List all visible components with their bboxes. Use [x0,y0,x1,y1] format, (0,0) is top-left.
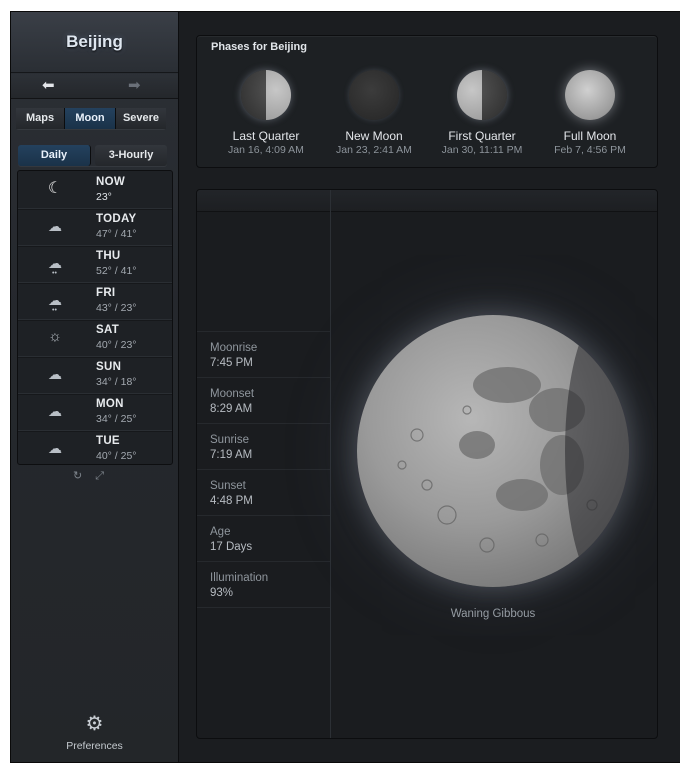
phase-new-moon: New Moon Jan 23, 2:41 AM [319,70,429,156]
info-moonrise: Moonrise 7:45 PM [197,331,330,377]
expand-icon[interactable]: ⤢ [95,470,104,482]
crescent-moon-icon: ☾ [47,180,63,197]
city-title[interactable]: Beijing [11,32,178,52]
forecast-row-sat[interactable]: ☼ SAT 40° / 23° [18,319,172,357]
forecast-day: SUN [96,361,122,373]
arrow-right-icon[interactable]: ➡ [128,77,141,95]
info-label: Sunset [210,480,246,492]
sun-icon: ☼ [48,328,62,345]
info-value: 93% [210,587,234,599]
forecast-temp: 34° / 25° [96,413,137,425]
info-value: 8:29 AM [210,403,253,415]
forecast-row-tue[interactable]: ☁ TUE 40° / 25° [18,430,172,467]
last-quarter-moon-icon [241,70,291,120]
info-illumination: Illumination 93% [197,561,330,608]
view-tabs: Maps Moon Severe [16,108,166,129]
phases-panel: Phases for Beijing Last Quarter Jan 16, … [196,35,658,168]
arrow-left-icon[interactable]: ⬅ [42,77,55,95]
tab-severe[interactable]: Severe [116,108,166,129]
info-label: Moonset [210,388,255,400]
preferences-label: Preferences [66,740,123,752]
info-label: Moonrise [210,342,258,354]
cloud-icon: ☁ [48,440,62,456]
info-value: 7:45 PM [210,357,253,369]
forecast-row-now[interactable]: ☾ NOW 23° [18,171,172,209]
info-label: Sunrise [210,434,249,446]
range-tabs: Daily 3-Hourly [18,145,167,166]
tab-maps[interactable]: Maps [16,108,65,129]
forecast-temp: 52° / 41° [96,265,137,277]
forecast-day: SAT [96,324,120,336]
info-value: 7:19 AM [210,449,253,461]
forecast-temp: 34° / 18° [96,376,137,388]
phase-name: New Moon [345,129,403,143]
full-moon-icon [565,70,615,120]
first-quarter-moon-icon [457,70,507,120]
info-age: Age 17 Days [197,515,330,561]
cloud-rain-icon: ☁ •• [48,292,62,314]
current-phase-label: Waning Gibbous [450,608,536,620]
forecast-list: ☾ NOW 23° ☁ TODAY 47° / 41° ☁ •• THU 52° … [17,170,173,465]
forecast-row-fri[interactable]: ☁ •• FRI 43° / 23° [18,282,172,320]
phase-name: Last Quarter [232,129,300,143]
forecast-day: TODAY [96,213,137,225]
forecast-day: THU [96,250,121,262]
phase-name: Full Moon [563,129,617,143]
waning-gibbous-moon-icon [357,315,629,587]
phase-full-moon: Full Moon Feb 7, 4:56 PM [535,70,645,156]
forecast-tools: ↻ ⤢ [73,469,114,483]
city-header: Beijing [11,12,178,73]
phase-date: Jan 23, 2:41 AM [336,144,412,156]
forecast-day: NOW [96,176,126,188]
info-label: Illumination [210,572,269,584]
tab-daily[interactable]: Daily [18,145,91,166]
info-sunrise: Sunrise 7:19 AM [197,423,330,469]
cloud-rain-icon: ☁ •• [48,255,62,277]
app-window: Beijing ⬅ ➡ Maps Moon Severe Daily 3-Hou… [11,12,680,762]
moon-info-list: Moonrise 7:45 PM Moonset 8:29 AM Sunrise… [197,190,331,738]
forecast-day: MON [96,398,124,410]
phase-last-quarter: Last Quarter Jan 16, 4:09 AM [211,70,321,156]
refresh-icon[interactable]: ↻ [73,470,82,482]
phase-date: Feb 7, 4:56 PM [554,144,626,156]
location-nav: ⬅ ➡ [11,74,178,99]
forecast-row-mon[interactable]: ☁ MON 34° / 25° [18,393,172,431]
phase-name: First Quarter [448,129,516,143]
phase-first-quarter: First Quarter Jan 30, 11:11 PM [427,70,537,156]
forecast-temp: 23° [96,191,112,203]
forecast-temp: 40° / 23° [96,339,137,351]
forecast-temp: 43° / 23° [96,302,137,314]
moon-detail-panel: Moonrise 7:45 PM Moonset 8:29 AM Sunrise… [196,189,658,739]
info-moonset: Moonset 8:29 AM [197,377,330,423]
info-value: 17 Days [210,541,253,553]
cloud-icon: ☁ [48,366,62,382]
forecast-day: FRI [96,287,116,299]
info-sunset: Sunset 4:48 PM [197,469,330,515]
forecast-row-today[interactable]: ☁ TODAY 47° / 41° [18,208,172,246]
tab-3-hourly[interactable]: 3-Hourly [95,145,167,166]
forecast-temp: 40° / 25° [96,450,137,462]
phase-date: Jan 30, 11:11 PM [441,144,523,156]
moon-view: Phases for Beijing Last Quarter Jan 16, … [179,12,680,762]
cloud-icon: ☁ [48,403,62,419]
tab-moon[interactable]: Moon [65,108,116,129]
new-moon-icon [349,70,399,120]
forecast-day: TUE [96,435,120,447]
forecast-temp: 47° / 41° [96,228,137,240]
sidebar: Beijing ⬅ ➡ Maps Moon Severe Daily 3-Hou… [11,12,179,762]
info-value: 4:48 PM [210,495,253,507]
preferences-button[interactable]: ⚙ Preferences [11,712,178,752]
forecast-row-thu[interactable]: ☁ •• THU 52° / 41° [18,245,172,283]
phase-date: Jan 16, 4:09 AM [228,144,304,156]
gear-icon: ⚙ [85,713,104,735]
cloud-icon: ☁ [48,218,62,234]
forecast-row-sun[interactable]: ☁ SUN 34° / 18° [18,356,172,394]
phases-title: Phases for Beijing [211,41,307,53]
info-label: Age [210,526,231,538]
